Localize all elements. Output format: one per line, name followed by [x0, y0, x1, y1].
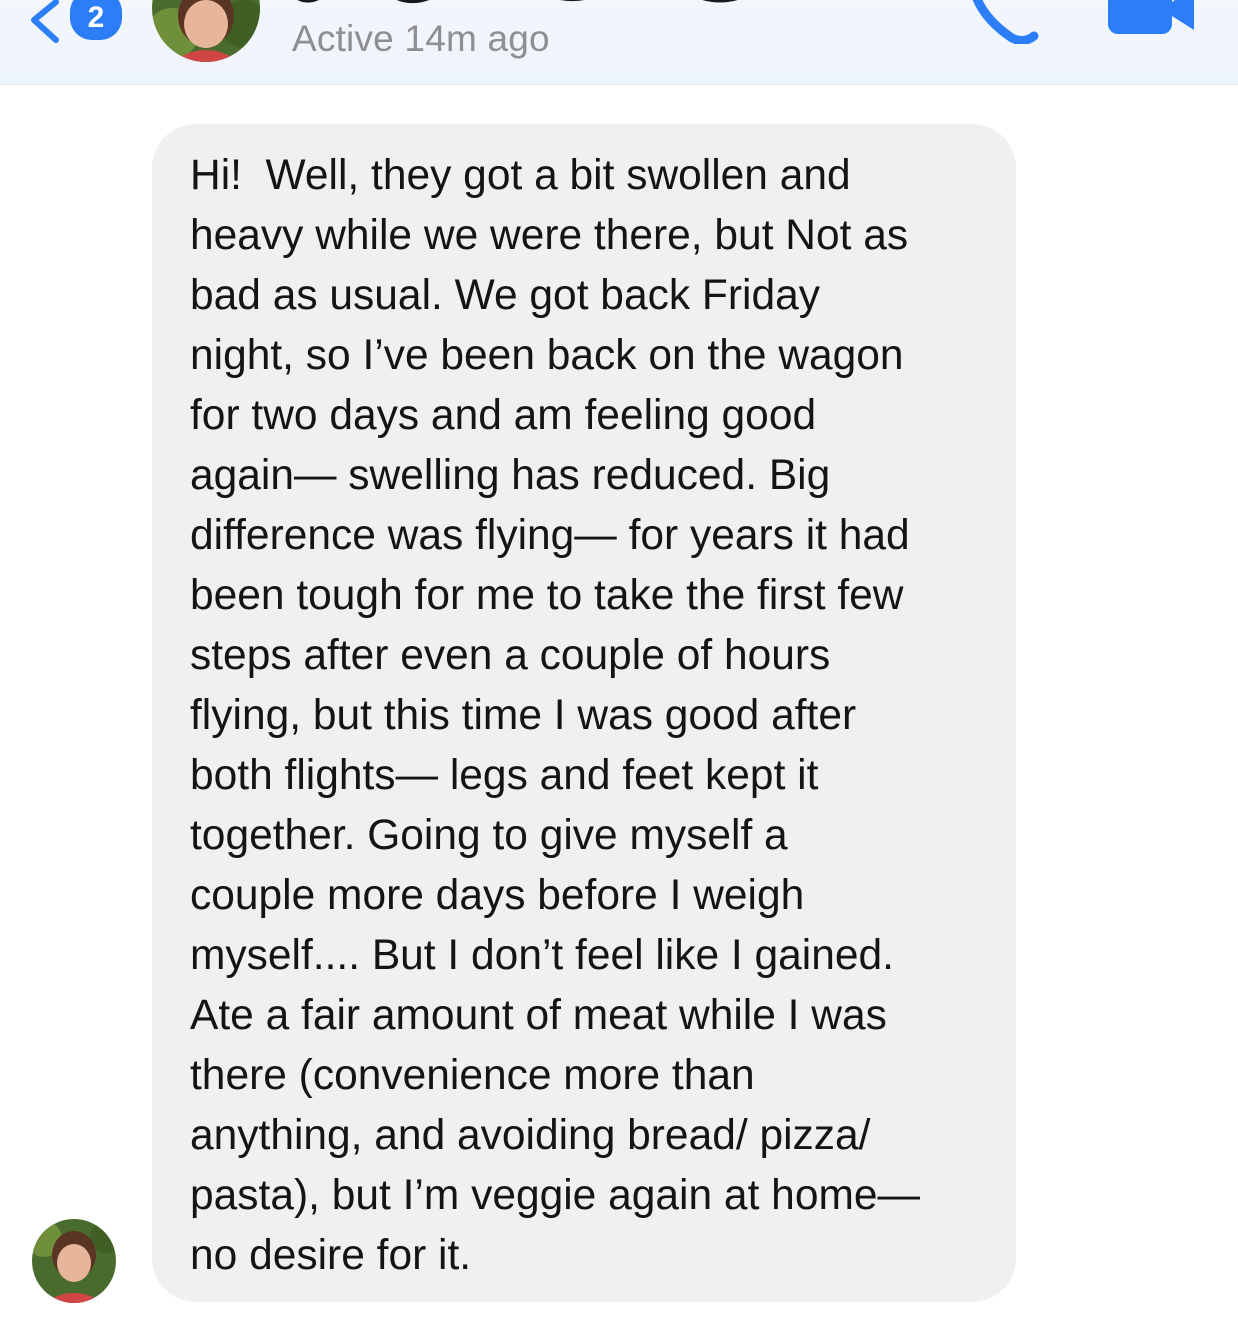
sender-avatar[interactable] [32, 1219, 116, 1303]
phone-icon[interactable] [962, 0, 1042, 44]
active-status-text: Active 14m ago [292, 18, 550, 59]
chevron-left-icon[interactable] [26, 0, 70, 44]
video-camera-icon[interactable] [1108, 0, 1194, 36]
contact-name-handwritten [297, 0, 738, 3]
contact-avatar[interactable] [152, 0, 260, 62]
message-text: Hi! Well, they got a bit swollen and hea… [190, 152, 920, 1279]
sender-photo [32, 1219, 116, 1303]
contact-photo [152, 0, 260, 62]
incoming-message-bubble[interactable]: Hi! Well, they got a bit swollen and hea… [152, 124, 1016, 1302]
unread-count-badge[interactable]: 2 [70, 0, 122, 40]
chat-header: 2 Active 14m ago [0, 0, 1238, 85]
